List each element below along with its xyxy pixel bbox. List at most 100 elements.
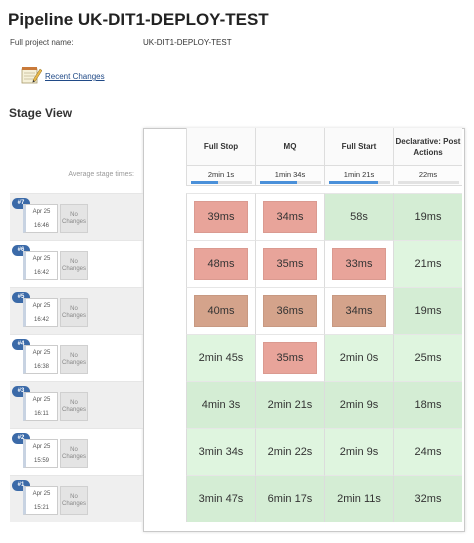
stage-duration: 24ms [414,446,442,458]
stage-cell[interactable]: 39ms [186,193,255,240]
full-project-name-value: UK-DIT1-DEPLOY-TEST [143,38,232,47]
stage-view-heading: Stage View [9,106,73,120]
stage-cell[interactable]: 6min 17s [255,475,324,522]
build-date-box[interactable]: Apr 25 15:21 [23,486,58,515]
stage-header[interactable]: Declarative: Post Actions [393,128,462,166]
stage-cell[interactable]: 58s [324,193,393,240]
build-row[interactable]: #5 Apr 25 16:42 No Changes [10,287,143,334]
stage-duration: 34ms [345,305,373,317]
stage-status-badge[interactable]: 35ms [263,248,317,280]
build-row[interactable]: #6 Apr 25 16:42 No Changes [10,240,143,287]
stage-duration: 32ms [414,493,442,505]
stage-status-badge[interactable]: 39ms [194,201,248,233]
stage-cell[interactable]: 19ms [393,287,462,334]
stage-duration: 48ms [207,258,235,270]
stage-cell[interactable]: 2min 9s [324,428,393,475]
build-time: 15:21 [33,505,49,511]
stage-status-badge[interactable]: 48ms [194,248,248,280]
stage-duration: 2min 9s [339,446,379,458]
stage-cell[interactable]: 2min 21s [255,381,324,428]
stage-average-time: 2min 1s [186,166,255,186]
stage-average-bar [260,181,321,184]
stage-cell[interactable]: 34ms [255,193,324,240]
stage-cell[interactable]: 4min 3s [186,381,255,428]
stage-duration: 2min 45s [198,352,244,364]
stage-cell[interactable]: 35ms [255,334,324,381]
stage-duration: 2min 22s [267,446,313,458]
stage-cell[interactable]: 18ms [393,381,462,428]
stage-cell[interactable]: 2min 0s [324,334,393,381]
stage-duration: 21ms [414,258,442,270]
stage-duration: 35ms [276,258,304,270]
stage-status-badge[interactable]: 36ms [263,295,317,327]
stage-cell[interactable]: 32ms [393,475,462,522]
build-row[interactable]: #7 Apr 25 16:46 No Changes [10,193,143,240]
stage-duration: 25ms [414,352,442,364]
build-date: Apr 25 [32,491,51,497]
stage-average-bar [329,181,390,184]
build-date: Apr 25 [32,256,51,262]
stage-status-badge[interactable]: 35ms [263,342,317,374]
stage-cell[interactable]: 19ms [393,193,462,240]
stage-duration: 35ms [276,352,304,364]
stage-duration: 2min 21s [267,399,313,411]
build-row[interactable]: #1 Apr 25 15:21 No Changes [10,475,143,522]
stage-cell[interactable]: 36ms [255,287,324,334]
stage-average-time: 1min 34s [255,166,324,186]
stage-cell[interactable]: 48ms [186,240,255,287]
build-date: Apr 25 [32,444,51,450]
build-changes: No Changes [60,251,88,280]
stage-header[interactable]: Full Start [324,128,393,166]
build-changes: No Changes [60,298,88,327]
build-row[interactable]: #4 Apr 25 16:38 No Changes [10,334,143,381]
stage-average-time: 22ms [393,166,462,186]
stage-cell[interactable]: 34ms [324,287,393,334]
stage-cell[interactable]: 35ms [255,240,324,287]
recent-changes-link[interactable]: Recent Changes [45,72,105,81]
notepad-pencil-icon[interactable] [20,64,43,86]
build-date-box[interactable]: Apr 25 16:46 [23,204,58,233]
stage-average-value: 2min 1s [207,170,235,179]
stage-average-bar-fill [260,181,297,184]
build-row[interactable]: #3 Apr 25 16:11 No Changes [10,381,143,428]
build-time: 16:46 [33,223,49,229]
stage-duration: 19ms [414,211,442,223]
stage-status-badge[interactable]: 33ms [332,248,386,280]
stage-cell[interactable]: 2min 11s [324,475,393,522]
build-time: 16:11 [34,411,49,417]
stage-cell[interactable]: 3min 34s [186,428,255,475]
stage-status-badge[interactable]: 34ms [263,201,317,233]
stage-cell[interactable]: 25ms [393,334,462,381]
stage-average-bar-fill [191,181,219,184]
stage-cell[interactable]: 24ms [393,428,462,475]
stage-average-bar-fill [329,181,378,184]
build-changes: No Changes [60,345,88,374]
stage-status-badge[interactable]: 40ms [194,295,248,327]
stage-cell[interactable]: 3min 47s [186,475,255,522]
stage-cell[interactable]: 21ms [393,240,462,287]
build-date-box[interactable]: Apr 25 16:42 [23,298,58,327]
stage-average-time: 1min 21s [324,166,393,186]
stage-duration: 2min 0s [339,352,379,364]
stage-duration: 34ms [276,211,304,223]
stage-cell[interactable]: 33ms [324,240,393,287]
stage-duration: 19ms [414,305,442,317]
stage-cell[interactable]: 40ms [186,287,255,334]
build-changes: No Changes [60,392,88,421]
build-date-box[interactable]: Apr 25 16:11 [23,392,58,421]
stage-header[interactable]: Full Stop [186,128,255,166]
stage-average-bar [398,181,459,184]
build-date-box[interactable]: Apr 25 16:42 [23,251,58,280]
stage-header[interactable]: MQ [255,128,324,166]
stage-cell[interactable]: 2min 45s [186,334,255,381]
build-row[interactable]: #2 Apr 25 15:59 No Changes [10,428,143,475]
stage-cell[interactable]: 2min 22s [255,428,324,475]
build-date-box[interactable]: Apr 25 16:38 [23,345,58,374]
stage-cell[interactable]: 2min 9s [324,381,393,428]
stage-average-value: 22ms [418,170,438,179]
stage-average-value: 1min 34s [274,170,306,179]
stage-status-badge[interactable]: 34ms [332,295,386,327]
stage-duration: 33ms [345,258,373,270]
build-date-box[interactable]: Apr 25 15:59 [23,439,58,468]
full-project-name-label: Full project name: [10,38,74,47]
